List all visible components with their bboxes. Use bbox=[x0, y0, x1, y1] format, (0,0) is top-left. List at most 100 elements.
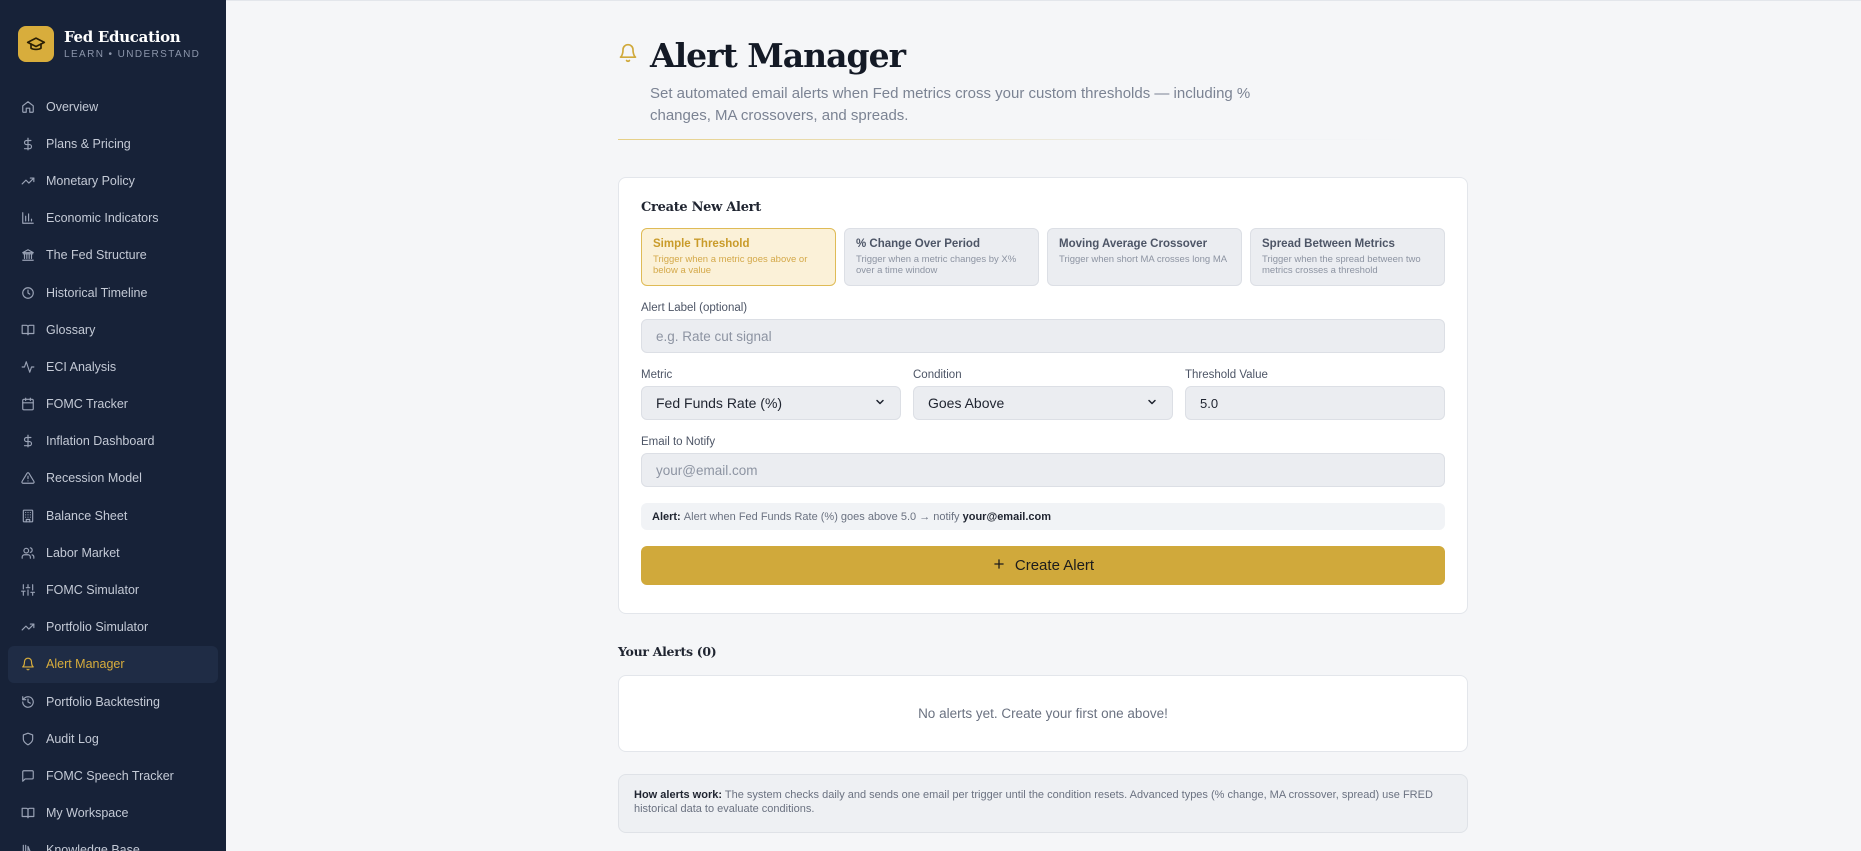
alert-type-title: % Change Over Period bbox=[856, 238, 980, 250]
sidebar-item-portfolio-simulator[interactable]: Portfolio Simulator bbox=[8, 609, 218, 646]
sidebar-item-portfolio-backtesting[interactable]: Portfolio Backtesting bbox=[8, 683, 218, 720]
alert-type-title: Spread Between Metrics bbox=[1262, 238, 1395, 250]
sidebar-item-knowledge-base[interactable]: Knowledge Base bbox=[8, 832, 218, 851]
create-alert-card: Create New Alert Simple Threshold Trigger… bbox=[618, 177, 1468, 614]
bar-chart-icon bbox=[20, 210, 36, 226]
sidebar-item-monetary-policy[interactable]: Monetary Policy bbox=[8, 162, 218, 199]
condition-label: Condition bbox=[913, 369, 962, 381]
preview-email: your@email.com bbox=[962, 510, 1051, 523]
sidebar-item-label: FOMC Speech Tracker bbox=[46, 768, 174, 783]
sidebar-item-label: Portfolio Backtesting bbox=[46, 694, 160, 709]
sidebar: Fed Education LEARN • UNDERSTAND Overvie… bbox=[0, 0, 226, 851]
book-icon bbox=[20, 322, 36, 338]
sidebar-item-glossary[interactable]: Glossary bbox=[8, 311, 218, 348]
metric-select[interactable]: Fed Funds Rate (%) bbox=[641, 386, 901, 420]
sidebar-item-label: ECI Analysis bbox=[46, 359, 117, 374]
brand[interactable]: Fed Education LEARN • UNDERSTAND bbox=[0, 0, 226, 88]
warning-icon bbox=[20, 470, 36, 486]
preview-prefix: Alert: bbox=[652, 510, 681, 523]
sidebar-item-eci-analysis[interactable]: ECI Analysis bbox=[8, 348, 218, 385]
sidebar-item-plans-and-pricing[interactable]: Plans & Pricing bbox=[8, 125, 218, 162]
metric-select-value: Fed Funds Rate (%) bbox=[656, 395, 783, 411]
dollar-icon bbox=[20, 136, 36, 152]
how-alerts-work-note: How alerts work: The system checks daily… bbox=[618, 774, 1468, 833]
sidebar-item-recession-model[interactable]: Recession Model bbox=[8, 460, 218, 497]
sidebar-item-overview[interactable]: Overview bbox=[8, 88, 218, 125]
sidebar-item-label: Overview bbox=[46, 99, 99, 114]
trending-up-icon bbox=[20, 173, 36, 189]
sidebar-item-label: FOMC Tracker bbox=[46, 397, 128, 412]
plus-icon bbox=[992, 556, 1006, 576]
page-header: Alert Manager Set automated email alerts… bbox=[618, 1, 1468, 141]
sidebar-item-fomc-simulator[interactable]: FOMC Simulator bbox=[8, 571, 218, 608]
empty-state-text: No alerts yet. Create your first one abo… bbox=[918, 706, 1168, 721]
bell-icon bbox=[20, 656, 36, 672]
alert-type-description: Trigger when the spread between two metr… bbox=[1262, 254, 1421, 276]
bell-icon bbox=[618, 43, 638, 68]
users-icon bbox=[20, 545, 36, 561]
alert-type-description: Trigger when a metric goes above or belo… bbox=[653, 254, 808, 276]
trending-up-icon bbox=[20, 619, 36, 635]
alert-type-description: Trigger when short MA crosses long MA bbox=[1059, 254, 1228, 265]
create-alert-button[interactable]: Create Alert bbox=[641, 546, 1445, 585]
alert-label-input[interactable]: e.g. Rate cut signal bbox=[641, 319, 1445, 353]
sidebar-item-fomc-speech-tracker[interactable]: FOMC Speech Tracker bbox=[8, 757, 218, 794]
brand-name: Fed Education bbox=[64, 28, 181, 46]
metric-label: Metric bbox=[641, 369, 673, 381]
alert-type-spread-between-metrics[interactable]: Spread Between Metrics Trigger when the s… bbox=[1250, 228, 1445, 286]
preview-text: Alert when Fed Funds Rate (%) goes above… bbox=[683, 510, 960, 523]
sidebar-item-label: Monetary Policy bbox=[46, 173, 135, 188]
chevron-down-icon bbox=[1146, 396, 1158, 411]
your-alerts-title: Your Alerts (0) bbox=[618, 644, 717, 659]
sidebar-item-label: Glossary bbox=[46, 322, 96, 337]
main-content: Alert Manager Set automated email alerts… bbox=[226, 0, 1861, 851]
building-icon bbox=[20, 508, 36, 524]
message-icon bbox=[20, 768, 36, 784]
sidebar-item-my-workspace[interactable]: My Workspace bbox=[8, 795, 218, 832]
sidebar-item-label: FOMC Simulator bbox=[46, 583, 140, 598]
sidebar-item-economic-indicators[interactable]: Economic Indicators bbox=[8, 200, 218, 237]
alert-type-change-over-period[interactable]: % Change Over Period Trigger when a metri… bbox=[844, 228, 1039, 286]
sliders-icon bbox=[20, 582, 36, 598]
alert-type-description: Trigger when a metric changes by X% over… bbox=[856, 254, 1017, 276]
graduation-cap-icon bbox=[18, 26, 54, 62]
activity-icon bbox=[20, 359, 36, 375]
info-text: The system checks daily and sends one em… bbox=[634, 789, 1433, 815]
condition-select[interactable]: Goes Above bbox=[913, 386, 1173, 420]
dollar-icon bbox=[20, 433, 36, 449]
condition-select-value: Goes Above bbox=[928, 395, 1005, 411]
clock-icon bbox=[20, 285, 36, 301]
sidebar-item-the-fed-structure[interactable]: The Fed Structure bbox=[8, 237, 218, 274]
sidebar-item-label: Labor Market bbox=[46, 545, 120, 560]
sidebar-item-historical-timeline[interactable]: Historical Timeline bbox=[8, 274, 218, 311]
email-input[interactable]: your@email.com bbox=[641, 453, 1445, 487]
alert-preview: Alert: Alert when Fed Funds Rate (%) goe… bbox=[641, 503, 1445, 530]
book-open-icon bbox=[20, 805, 36, 821]
bank-icon bbox=[20, 247, 36, 263]
sidebar-item-fomc-tracker[interactable]: FOMC Tracker bbox=[8, 386, 218, 423]
sidebar-item-label: Knowledge Base bbox=[46, 843, 140, 851]
page-subtitle: Set automated email alerts when Fed metr… bbox=[650, 85, 1251, 124]
sidebar-nav: Overview Plans & Pricing Monetary Policy Ec… bbox=[0, 88, 226, 851]
chevron-down-icon bbox=[874, 396, 886, 411]
sidebar-item-inflation-dashboard[interactable]: Inflation Dashboard bbox=[8, 423, 218, 460]
sidebar-item-balance-sheet[interactable]: Balance Sheet bbox=[8, 497, 218, 534]
alert-type-title: Moving Average Crossover bbox=[1059, 238, 1208, 250]
alert-type-title: Simple Threshold bbox=[653, 238, 750, 250]
sidebar-item-label: Balance Sheet bbox=[46, 508, 128, 523]
history-icon bbox=[20, 694, 36, 710]
alert-label-label: Alert Label (optional) bbox=[641, 302, 748, 314]
alert-type-simple-threshold[interactable]: Simple Threshold Trigger when a metric go… bbox=[641, 228, 836, 286]
sidebar-item-label: Inflation Dashboard bbox=[46, 434, 155, 449]
threshold-label: Threshold Value bbox=[1185, 369, 1268, 381]
sidebar-item-label: Audit Log bbox=[46, 731, 99, 746]
sidebar-item-alert-manager[interactable]: Alert Manager bbox=[8, 645, 218, 683]
info-prefix: How alerts work: bbox=[634, 789, 723, 801]
alert-type-moving-average-crossover[interactable]: Moving Average Crossover Trigger when sho… bbox=[1047, 228, 1242, 286]
sidebar-item-audit-log[interactable]: Audit Log bbox=[8, 720, 218, 757]
threshold-input[interactable]: 5.0 bbox=[1185, 386, 1445, 420]
alerts-empty-state: No alerts yet. Create your first one abo… bbox=[618, 675, 1468, 752]
sidebar-item-labor-market[interactable]: Labor Market bbox=[8, 534, 218, 571]
email-label: Email to Notify bbox=[641, 436, 716, 448]
shield-icon bbox=[20, 731, 36, 747]
